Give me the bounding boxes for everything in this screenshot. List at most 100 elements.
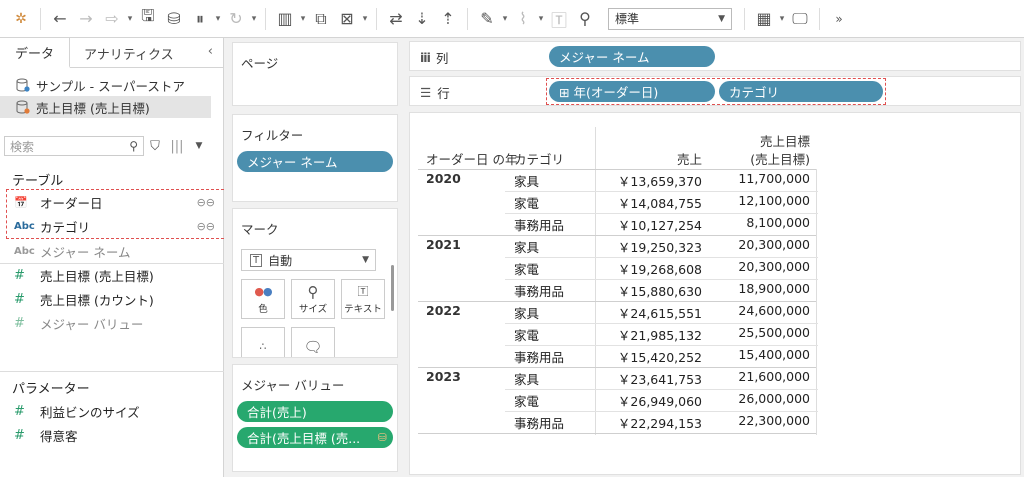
new-worksheet-dropdown-icon[interactable]: ▾ xyxy=(298,14,308,24)
parameter-label: 得意客 xyxy=(40,428,78,444)
divider xyxy=(0,371,224,372)
mark-type-select[interactable]: T 自動 ▼ xyxy=(241,249,376,271)
pause-dropdown-icon[interactable]: ▾ xyxy=(213,14,223,24)
filter-pill-measure-names[interactable]: メジャー ネーム xyxy=(237,151,393,172)
datasource-item[interactable]: サンプル - スーパーストア xyxy=(0,74,223,96)
group-divider xyxy=(418,301,816,302)
highlight-dropdown-icon[interactable]: ▾ xyxy=(500,14,510,24)
header-category: カテゴリ xyxy=(514,152,565,167)
marks-title: マーク xyxy=(241,222,279,237)
pause-update-icon[interactable]: ⏸ xyxy=(187,6,213,32)
sort-desc-icon[interactable]: ⇡ xyxy=(435,6,461,32)
measure-pill-sum-sales-target[interactable]: 合計(売上目標 (売... ⛁ xyxy=(237,427,393,448)
search-input[interactable]: 検索 ⚲ xyxy=(4,136,144,156)
cell-sales: ￥19,250,323 xyxy=(617,240,702,255)
field-measure-names[interactable]: Abc メジャー ネーム xyxy=(14,240,219,262)
sort-asc-icon[interactable]: ⇣ xyxy=(409,6,435,32)
field-measure-values[interactable]: # メジャー バリュー xyxy=(14,312,219,334)
highlight-icon[interactable]: ✎ xyxy=(474,6,500,32)
string-type-icon: Abc xyxy=(14,245,35,257)
field-label: メジャー ネーム xyxy=(40,244,131,260)
replay-dropdown-icon[interactable]: ▾ xyxy=(125,14,135,24)
parameter-profit-bin-size[interactable]: # 利益ビンのサイズ xyxy=(14,400,219,422)
worksheet-view[interactable]: オーダー日 の年 カテゴリ 売上 売上目標 (売上目標) 2020 家具 ￥13,659,37… xyxy=(409,112,1021,475)
chevron-down-icon: ▼ xyxy=(362,255,369,265)
tableau-logo-icon[interactable]: ✲ xyxy=(8,6,34,32)
filters-card[interactable]: フィルター メジャー ネーム xyxy=(232,114,398,202)
size-button[interactable]: ⚲ サイズ xyxy=(291,279,335,319)
clear-dropdown-icon[interactable]: ▾ xyxy=(360,14,370,24)
more-icon[interactable]: » xyxy=(826,6,852,32)
filters-title: フィルター xyxy=(241,128,304,143)
rows-shelf[interactable]: ☰ 行 ⊞ 年(オーダー日) カテゴリ xyxy=(409,76,1021,106)
text-icon: T xyxy=(250,253,263,267)
show-me-dropdown-icon[interactable]: ▾ xyxy=(777,14,787,24)
label-icon[interactable]: 🅃 xyxy=(546,6,572,32)
row-divider xyxy=(505,411,818,412)
save-icon[interactable]: 🖫 xyxy=(135,6,161,32)
datasource-item-selected[interactable]: 売上目標 (売上目標) xyxy=(0,96,211,118)
cell-sales: ￥13,659,370 xyxy=(617,174,702,189)
row-header-category: 家電 xyxy=(514,394,540,409)
duplicate-icon[interactable]: ⧉ xyxy=(308,6,334,32)
tab-analytics[interactable]: アナリティクス xyxy=(70,38,190,68)
tooltip-button[interactable]: 🗨 xyxy=(291,327,335,357)
row-header-category: 家電 xyxy=(514,196,540,211)
table-right-border xyxy=(816,169,817,435)
view-options-icon[interactable]: ||| xyxy=(166,139,188,154)
refresh-icon[interactable]: ↻ xyxy=(223,6,249,32)
shelves: iii 列 メジャー ネーム ☰ 行 ⊞ 年(オーダー日) カテゴリ xyxy=(406,38,1024,108)
data-pane-tabs: データ アナリティクス ‹ xyxy=(0,38,223,68)
cell-sales: ￥23,641,753 xyxy=(617,372,702,387)
chevron-down-icon[interactable]: ▼ xyxy=(188,141,210,151)
row-header-category: 事務用品 xyxy=(514,218,565,233)
parameter-top-customers[interactable]: # 得意客 xyxy=(14,424,219,446)
rows-pills-highlight xyxy=(546,78,886,105)
presentation-icon[interactable]: 🖵 xyxy=(787,6,813,32)
field-sales-target-count[interactable]: # 売上目標 (カウント) xyxy=(14,288,219,310)
cell-sales: ￥24,615,551 xyxy=(617,306,702,321)
cards-column: ページ フィルター メジャー ネーム マーク T 自動 ▼ ●● 色 ⚲ サイズ… xyxy=(224,38,406,477)
fit-select[interactable]: 標準 ▼ xyxy=(608,7,732,30)
swap-icon[interactable]: ⇄ xyxy=(383,6,409,32)
collapse-pane-button[interactable]: ‹ xyxy=(208,44,213,59)
columns-shelf[interactable]: iii 列 メジャー ネーム xyxy=(409,41,1021,71)
tab-data[interactable]: データ xyxy=(0,38,70,68)
chevron-down-icon: ▼ xyxy=(718,13,725,24)
row-divider xyxy=(505,323,818,324)
row-header-category: 家具 xyxy=(514,372,540,387)
text-button[interactable]: 🅃 テキスト xyxy=(341,279,385,319)
pin-icon[interactable]: ⚲ xyxy=(572,6,598,32)
group-icon[interactable]: ⌇ xyxy=(510,6,536,32)
row-divider xyxy=(505,213,818,214)
replay-icon[interactable]: ⇨ xyxy=(99,6,125,32)
color-button[interactable]: ●● 色 xyxy=(241,279,285,319)
row-header-category: 家具 xyxy=(514,174,540,189)
cell-target: 18,900,000 xyxy=(738,281,810,296)
redo-icon[interactable]: → xyxy=(73,6,99,32)
row-header-category: 事務用品 xyxy=(514,350,565,365)
row-header-category: 事務用品 xyxy=(514,416,565,431)
toolbar-separator xyxy=(40,7,41,30)
pages-card[interactable]: ページ xyxy=(232,42,398,106)
marks-scrollbar[interactable] xyxy=(391,265,394,311)
columns-pill-measure-names[interactable]: メジャー ネーム xyxy=(549,46,715,67)
measure-pill-sum-sales[interactable]: 合計(売上) xyxy=(237,401,393,422)
new-datasource-icon[interactable]: ⛁ xyxy=(161,6,187,32)
undo-icon[interactable]: ← xyxy=(47,6,73,32)
field-sales-target[interactable]: # 売上目標 (売上目標) xyxy=(14,264,219,286)
row-divider xyxy=(505,345,818,346)
filter-icon[interactable]: ⛉ xyxy=(144,139,166,154)
datasource-label: 売上目標 (売上目標) xyxy=(36,100,150,116)
show-me-icon[interactable]: ▦ xyxy=(751,6,777,32)
refresh-dropdown-icon[interactable]: ▾ xyxy=(249,14,259,24)
new-worksheet-icon[interactable]: ▥ xyxy=(272,6,298,32)
measure-pill-label: 合計(売上目標 (売... xyxy=(247,431,361,446)
color-icon: ●● xyxy=(254,285,272,298)
group-dropdown-icon[interactable]: ▾ xyxy=(536,14,546,24)
clear-icon[interactable]: ⊠ xyxy=(334,6,360,32)
detail-button[interactable]: ∴ xyxy=(241,327,285,357)
cell-target: 12,100,000 xyxy=(738,193,810,208)
linked-fields-highlight xyxy=(6,189,234,239)
row-header-year: 2021 xyxy=(426,237,461,252)
